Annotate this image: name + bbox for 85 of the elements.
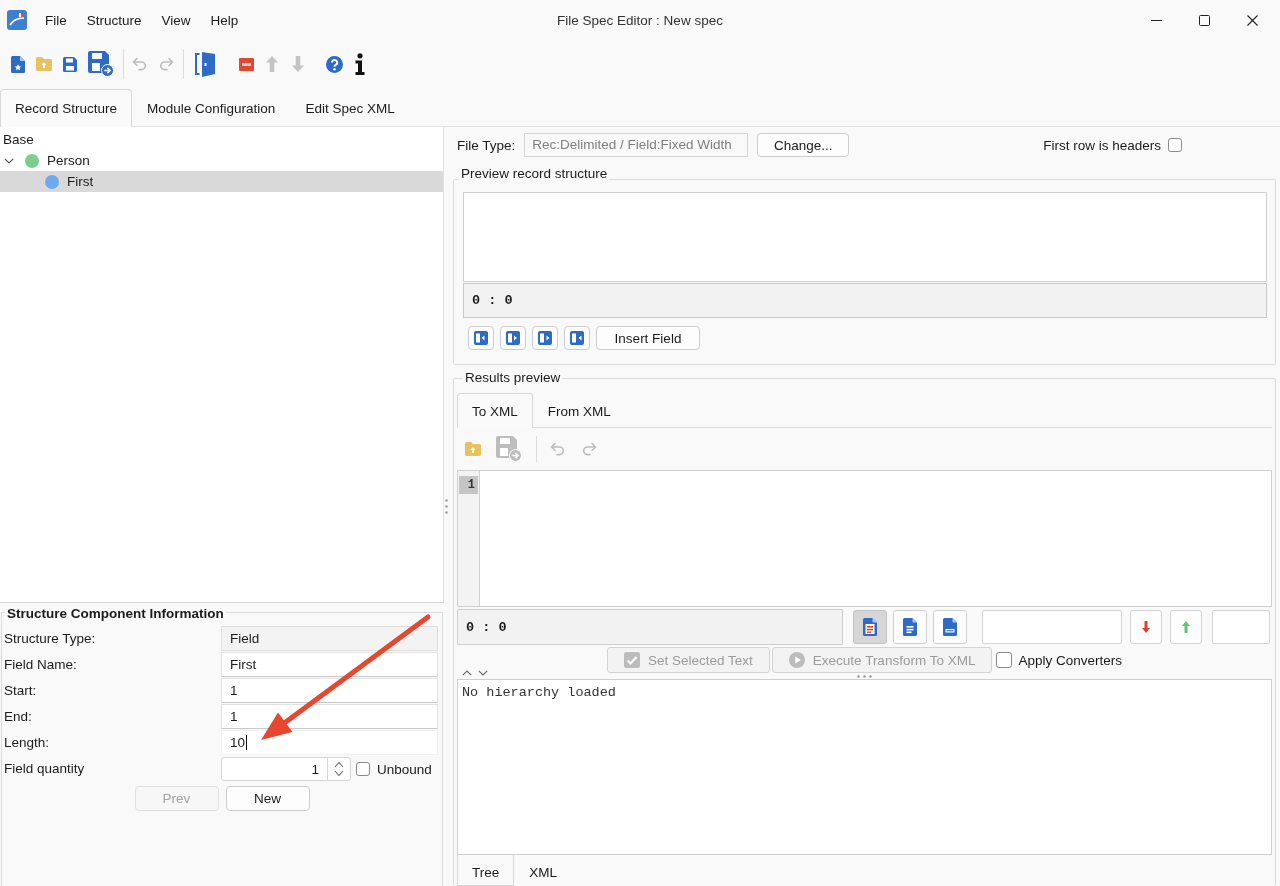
move-down-button[interactable] [1130,610,1162,644]
field-label: End: [4,709,33,724]
input-field[interactable] [982,610,1122,644]
format-button[interactable] [893,610,927,644]
icon-button[interactable] [532,326,558,350]
text-field[interactable]: 1 [221,678,438,703]
checkbox[interactable] [356,762,370,776]
text-field[interactable]: First [221,652,438,677]
play-icon [788,652,805,668]
field-label: Field quantity [4,761,86,776]
field-label: Length: [4,735,51,750]
tree-row[interactable]: First [0,171,443,192]
field-label: Start: [4,683,38,698]
maximize-icon[interactable] [1198,14,1210,26]
group-title: Results preview [463,370,563,386]
menu-item[interactable]: View [151,8,201,32]
menu-item[interactable]: Structure [76,8,152,32]
arrow-tile-icon [474,331,488,345]
tab[interactable]: Module Configuration [132,89,291,127]
text-field[interactable]: Field [221,626,438,651]
spin-box[interactable]: 1 [221,757,351,781]
door-icon[interactable] [195,51,215,77]
help-icon[interactable] [325,55,343,73]
down-arrow-icon [1142,621,1150,633]
group-title: Structure Component Information [5,606,226,622]
minimize-icon[interactable] [1150,19,1162,21]
icon-button[interactable] [468,326,494,350]
info-icon[interactable] [354,53,366,75]
change-button[interactable]: Change... [757,133,850,157]
tree-row[interactable]: Person [0,150,443,171]
output-text: No hierarchy loaded [462,685,616,700]
move-up-button[interactable] [1170,610,1202,644]
tab[interactable]: To XML [457,393,533,428]
tab[interactable]: XML [514,855,573,886]
chevron-down-icon[interactable] [478,670,488,676]
group-title: Preview record structure [459,166,610,182]
tree-header: Base [2,131,35,149]
field-label: Field Name: [4,657,78,672]
new-file-icon[interactable] [11,55,25,73]
position-readout: 0 : 0 [466,619,507,635]
field-label: File Type: [457,137,516,153]
icon-button[interactable] [500,326,526,350]
checkbox-label: Unbound [377,761,432,777]
tab[interactable]: Edit Spec XML [290,89,410,127]
app-icon [7,10,27,30]
insert-field-button[interactable]: Insert Field [596,326,700,350]
format-button[interactable] [933,610,967,644]
chevron-icon[interactable] [4,157,14,164]
spin-arrows-icon[interactable] [334,761,344,777]
menu-item[interactable]: Help [200,8,249,32]
close-icon[interactable] [1246,14,1258,26]
checkbox-label: Apply Converters [1018,652,1122,668]
nav-button[interactable]: New [225,786,310,811]
chevron-up-icon[interactable] [462,670,472,676]
text-doc-icon [863,618,877,636]
save-icon[interactable] [63,56,77,72]
checkbox[interactable] [1168,138,1182,152]
save-as-icon[interactable] [88,51,114,77]
up-arrow-icon [1182,621,1190,633]
window-title: File Spec Editor : New spec [557,12,723,28]
checkbox[interactable] [996,652,1013,668]
icon-button[interactable] [564,326,590,350]
checkbox-label: First row is headers [1043,137,1161,153]
minus-box-icon[interactable] [238,57,254,71]
tree-item-label: First [67,174,94,189]
doc-icon [903,618,917,636]
field-label: Structure Type: [4,631,97,646]
tab[interactable]: Record Structure [0,89,133,127]
arrow-tile-icon [570,331,584,345]
checkbox-icon [624,652,640,668]
tab[interactable]: From XML [532,393,626,428]
tab[interactable]: Tree [457,855,515,886]
arrow-tile-icon [506,331,520,345]
arrow-tile-icon [538,331,552,345]
input-field[interactable] [1212,610,1270,644]
text-field[interactable]: 1 [221,704,438,729]
position-readout: 0 : 0 [472,293,513,308]
text-field[interactable]: 10 [221,730,438,755]
splitter-handle[interactable] [445,499,448,514]
format-button[interactable] [853,610,887,644]
splitter-handle[interactable] [857,674,872,678]
menu-item[interactable]: File [35,8,77,32]
doc-tag-icon [943,618,957,636]
line-number: 1 [459,476,478,494]
tree-item-label: Person [47,153,90,168]
